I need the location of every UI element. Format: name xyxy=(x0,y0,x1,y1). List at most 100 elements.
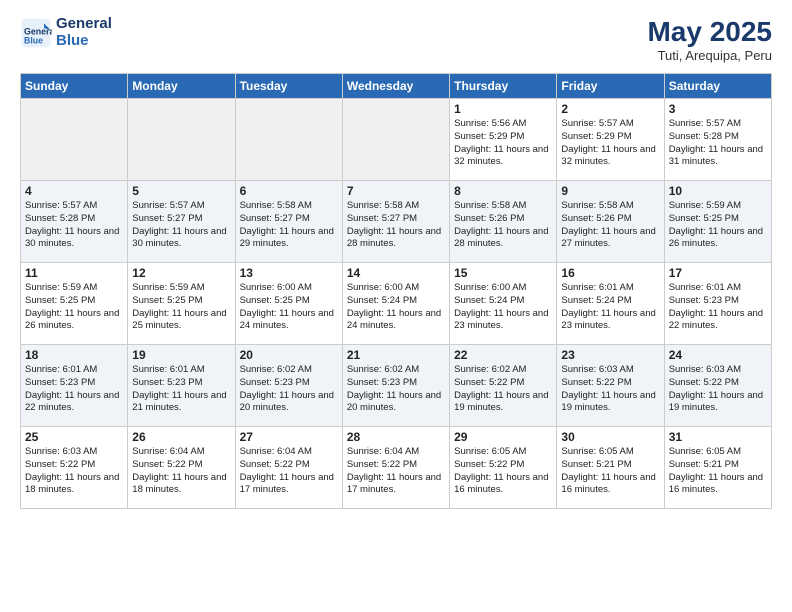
day-info: Sunrise: 6:00 AM Sunset: 5:25 PM Dayligh… xyxy=(240,282,338,333)
day-info: Sunrise: 5:59 AM Sunset: 5:25 PM Dayligh… xyxy=(669,200,767,251)
day-info: Sunrise: 6:02 AM Sunset: 5:23 PM Dayligh… xyxy=(347,364,445,415)
table-row: 10 Sunrise: 5:59 AM Sunset: 5:25 PM Dayli… xyxy=(664,181,771,263)
day-number: 10 xyxy=(669,184,767,198)
day-number: 23 xyxy=(561,348,659,362)
table-row: 7 Sunrise: 5:58 AM Sunset: 5:27 PM Daylig… xyxy=(342,181,449,263)
day-number: 29 xyxy=(454,430,552,444)
day-info: Sunrise: 6:00 AM Sunset: 5:24 PM Dayligh… xyxy=(347,282,445,333)
day-number: 7 xyxy=(347,184,445,198)
table-row: 6 Sunrise: 5:58 AM Sunset: 5:27 PM Daylig… xyxy=(235,181,342,263)
day-number: 16 xyxy=(561,266,659,280)
calendar-week-row: 18 Sunrise: 6:01 AM Sunset: 5:23 PM Dayli… xyxy=(21,345,772,427)
table-row: 20 Sunrise: 6:02 AM Sunset: 5:23 PM Dayli… xyxy=(235,345,342,427)
table-row: 16 Sunrise: 6:01 AM Sunset: 5:24 PM Dayli… xyxy=(557,263,664,345)
day-number: 15 xyxy=(454,266,552,280)
day-info: Sunrise: 5:58 AM Sunset: 5:26 PM Dayligh… xyxy=(454,200,552,251)
table-row: 8Sunrise: 5:58 AM Sunset: 5:26 PM Daylig… xyxy=(450,181,557,263)
day-info: Sunrise: 6:03 AM Sunset: 5:22 PM Dayligh… xyxy=(669,364,767,415)
table-row xyxy=(342,99,449,181)
day-info: Sunrise: 5:57 AM Sunset: 5:28 PM Dayligh… xyxy=(669,118,767,169)
day-number: 25 xyxy=(25,430,123,444)
table-row: 17 Sunrise: 6:01 AM Sunset: 5:23 PM Dayli… xyxy=(664,263,771,345)
day-number: 4 xyxy=(25,184,123,198)
table-row: 13Sunrise: 6:00 AM Sunset: 5:25 PM Dayli… xyxy=(235,263,342,345)
day-info: Sunrise: 5:57 AM Sunset: 5:29 PM Dayligh… xyxy=(561,118,659,169)
day-number: 6 xyxy=(240,184,338,198)
table-row: 23 Sunrise: 6:03 AM Sunset: 5:22 PM Dayli… xyxy=(557,345,664,427)
day-number: 14 xyxy=(347,266,445,280)
day-number: 31 xyxy=(669,430,767,444)
col-friday: Friday xyxy=(557,74,664,99)
table-row: 5 Sunrise: 5:57 AM Sunset: 5:27 PM Daylig… xyxy=(128,181,235,263)
day-number: 30 xyxy=(561,430,659,444)
day-info: Sunrise: 5:58 AM Sunset: 5:27 PM Dayligh… xyxy=(347,200,445,251)
table-row: 1 Sunrise: 5:56 AM Sunset: 5:29 PM Daylig… xyxy=(450,99,557,181)
logo: General Blue General Blue xyxy=(20,16,112,49)
svg-text:Blue: Blue xyxy=(24,35,43,45)
table-row: 4 Sunrise: 5:57 AM Sunset: 5:28 PM Daylig… xyxy=(21,181,128,263)
calendar: Sunday Monday Tuesday Wednesday Thursday… xyxy=(20,73,772,509)
table-row: 2 Sunrise: 5:57 AM Sunset: 5:29 PM Daylig… xyxy=(557,99,664,181)
day-info: Sunrise: 6:02 AM Sunset: 5:23 PM Dayligh… xyxy=(240,364,338,415)
day-number: 17 xyxy=(669,266,767,280)
day-number: 11 xyxy=(25,266,123,280)
logo-icon: General Blue xyxy=(20,17,52,49)
day-number: 28 xyxy=(347,430,445,444)
col-thursday: Thursday xyxy=(450,74,557,99)
day-number: 9 xyxy=(561,184,659,198)
table-row: 22Sunrise: 6:02 AM Sunset: 5:22 PM Dayli… xyxy=(450,345,557,427)
day-info: Sunrise: 5:57 AM Sunset: 5:27 PM Dayligh… xyxy=(132,200,230,251)
day-info: Sunrise: 5:59 AM Sunset: 5:25 PM Dayligh… xyxy=(25,282,123,333)
table-row: 24Sunrise: 6:03 AM Sunset: 5:22 PM Dayli… xyxy=(664,345,771,427)
table-row xyxy=(235,99,342,181)
day-number: 2 xyxy=(561,102,659,116)
month-year: May 2025 xyxy=(647,16,772,48)
table-row: 27Sunrise: 6:04 AM Sunset: 5:22 PM Dayli… xyxy=(235,427,342,509)
day-number: 22 xyxy=(454,348,552,362)
col-saturday: Saturday xyxy=(664,74,771,99)
table-row: 3 Sunrise: 5:57 AM Sunset: 5:28 PM Daylig… xyxy=(664,99,771,181)
day-info: Sunrise: 6:05 AM Sunset: 5:22 PM Dayligh… xyxy=(454,446,552,497)
day-number: 1 xyxy=(454,102,552,116)
day-info: Sunrise: 6:03 AM Sunset: 5:22 PM Dayligh… xyxy=(25,446,123,497)
table-row: 25 Sunrise: 6:03 AM Sunset: 5:22 PM Dayli… xyxy=(21,427,128,509)
day-info: Sunrise: 6:04 AM Sunset: 5:22 PM Dayligh… xyxy=(240,446,338,497)
day-info: Sunrise: 6:00 AM Sunset: 5:24 PM Dayligh… xyxy=(454,282,552,333)
page-header: General Blue General Blue May 2025 Tuti,… xyxy=(20,16,772,63)
calendar-week-row: 11 Sunrise: 5:59 AM Sunset: 5:25 PM Dayli… xyxy=(21,263,772,345)
day-info: Sunrise: 6:01 AM Sunset: 5:23 PM Dayligh… xyxy=(669,282,767,333)
title-block: May 2025 Tuti, Arequipa, Peru xyxy=(647,16,772,63)
day-info: Sunrise: 5:58 AM Sunset: 5:27 PM Dayligh… xyxy=(240,200,338,251)
day-info: Sunrise: 6:01 AM Sunset: 5:24 PM Dayligh… xyxy=(561,282,659,333)
table-row: 28 Sunrise: 6:04 AM Sunset: 5:22 PM Dayli… xyxy=(342,427,449,509)
day-number: 12 xyxy=(132,266,230,280)
calendar-week-row: 25 Sunrise: 6:03 AM Sunset: 5:22 PM Dayli… xyxy=(21,427,772,509)
day-info: Sunrise: 5:57 AM Sunset: 5:28 PM Dayligh… xyxy=(25,200,123,251)
day-number: 21 xyxy=(347,348,445,362)
day-number: 5 xyxy=(132,184,230,198)
day-info: Sunrise: 6:04 AM Sunset: 5:22 PM Dayligh… xyxy=(347,446,445,497)
table-row: 29 Sunrise: 6:05 AM Sunset: 5:22 PM Dayli… xyxy=(450,427,557,509)
day-info: Sunrise: 5:56 AM Sunset: 5:29 PM Dayligh… xyxy=(454,118,552,169)
calendar-week-row: 1 Sunrise: 5:56 AM Sunset: 5:29 PM Daylig… xyxy=(21,99,772,181)
day-info: Sunrise: 6:01 AM Sunset: 5:23 PM Dayligh… xyxy=(132,364,230,415)
day-number: 26 xyxy=(132,430,230,444)
logo-text: General Blue xyxy=(56,16,112,49)
day-info: Sunrise: 6:03 AM Sunset: 5:22 PM Dayligh… xyxy=(561,364,659,415)
table-row: 12 Sunrise: 5:59 AM Sunset: 5:25 PM Dayli… xyxy=(128,263,235,345)
calendar-header-row: Sunday Monday Tuesday Wednesday Thursday… xyxy=(21,74,772,99)
table-row: 26 Sunrise: 6:04 AM Sunset: 5:22 PM Dayli… xyxy=(128,427,235,509)
table-row: 18Sunrise: 6:01 AM Sunset: 5:23 PM Dayli… xyxy=(21,345,128,427)
day-number: 20 xyxy=(240,348,338,362)
table-row: 30 Sunrise: 6:05 AM Sunset: 5:21 PM Dayli… xyxy=(557,427,664,509)
col-wednesday: Wednesday xyxy=(342,74,449,99)
day-number: 18 xyxy=(25,348,123,362)
col-sunday: Sunday xyxy=(21,74,128,99)
table-row: 31Sunrise: 6:05 AM Sunset: 5:21 PM Dayli… xyxy=(664,427,771,509)
day-number: 3 xyxy=(669,102,767,116)
day-number: 19 xyxy=(132,348,230,362)
logo-line1: General xyxy=(56,16,112,33)
day-info: Sunrise: 6:05 AM Sunset: 5:21 PM Dayligh… xyxy=(561,446,659,497)
day-info: Sunrise: 5:59 AM Sunset: 5:25 PM Dayligh… xyxy=(132,282,230,333)
day-info: Sunrise: 6:04 AM Sunset: 5:22 PM Dayligh… xyxy=(132,446,230,497)
